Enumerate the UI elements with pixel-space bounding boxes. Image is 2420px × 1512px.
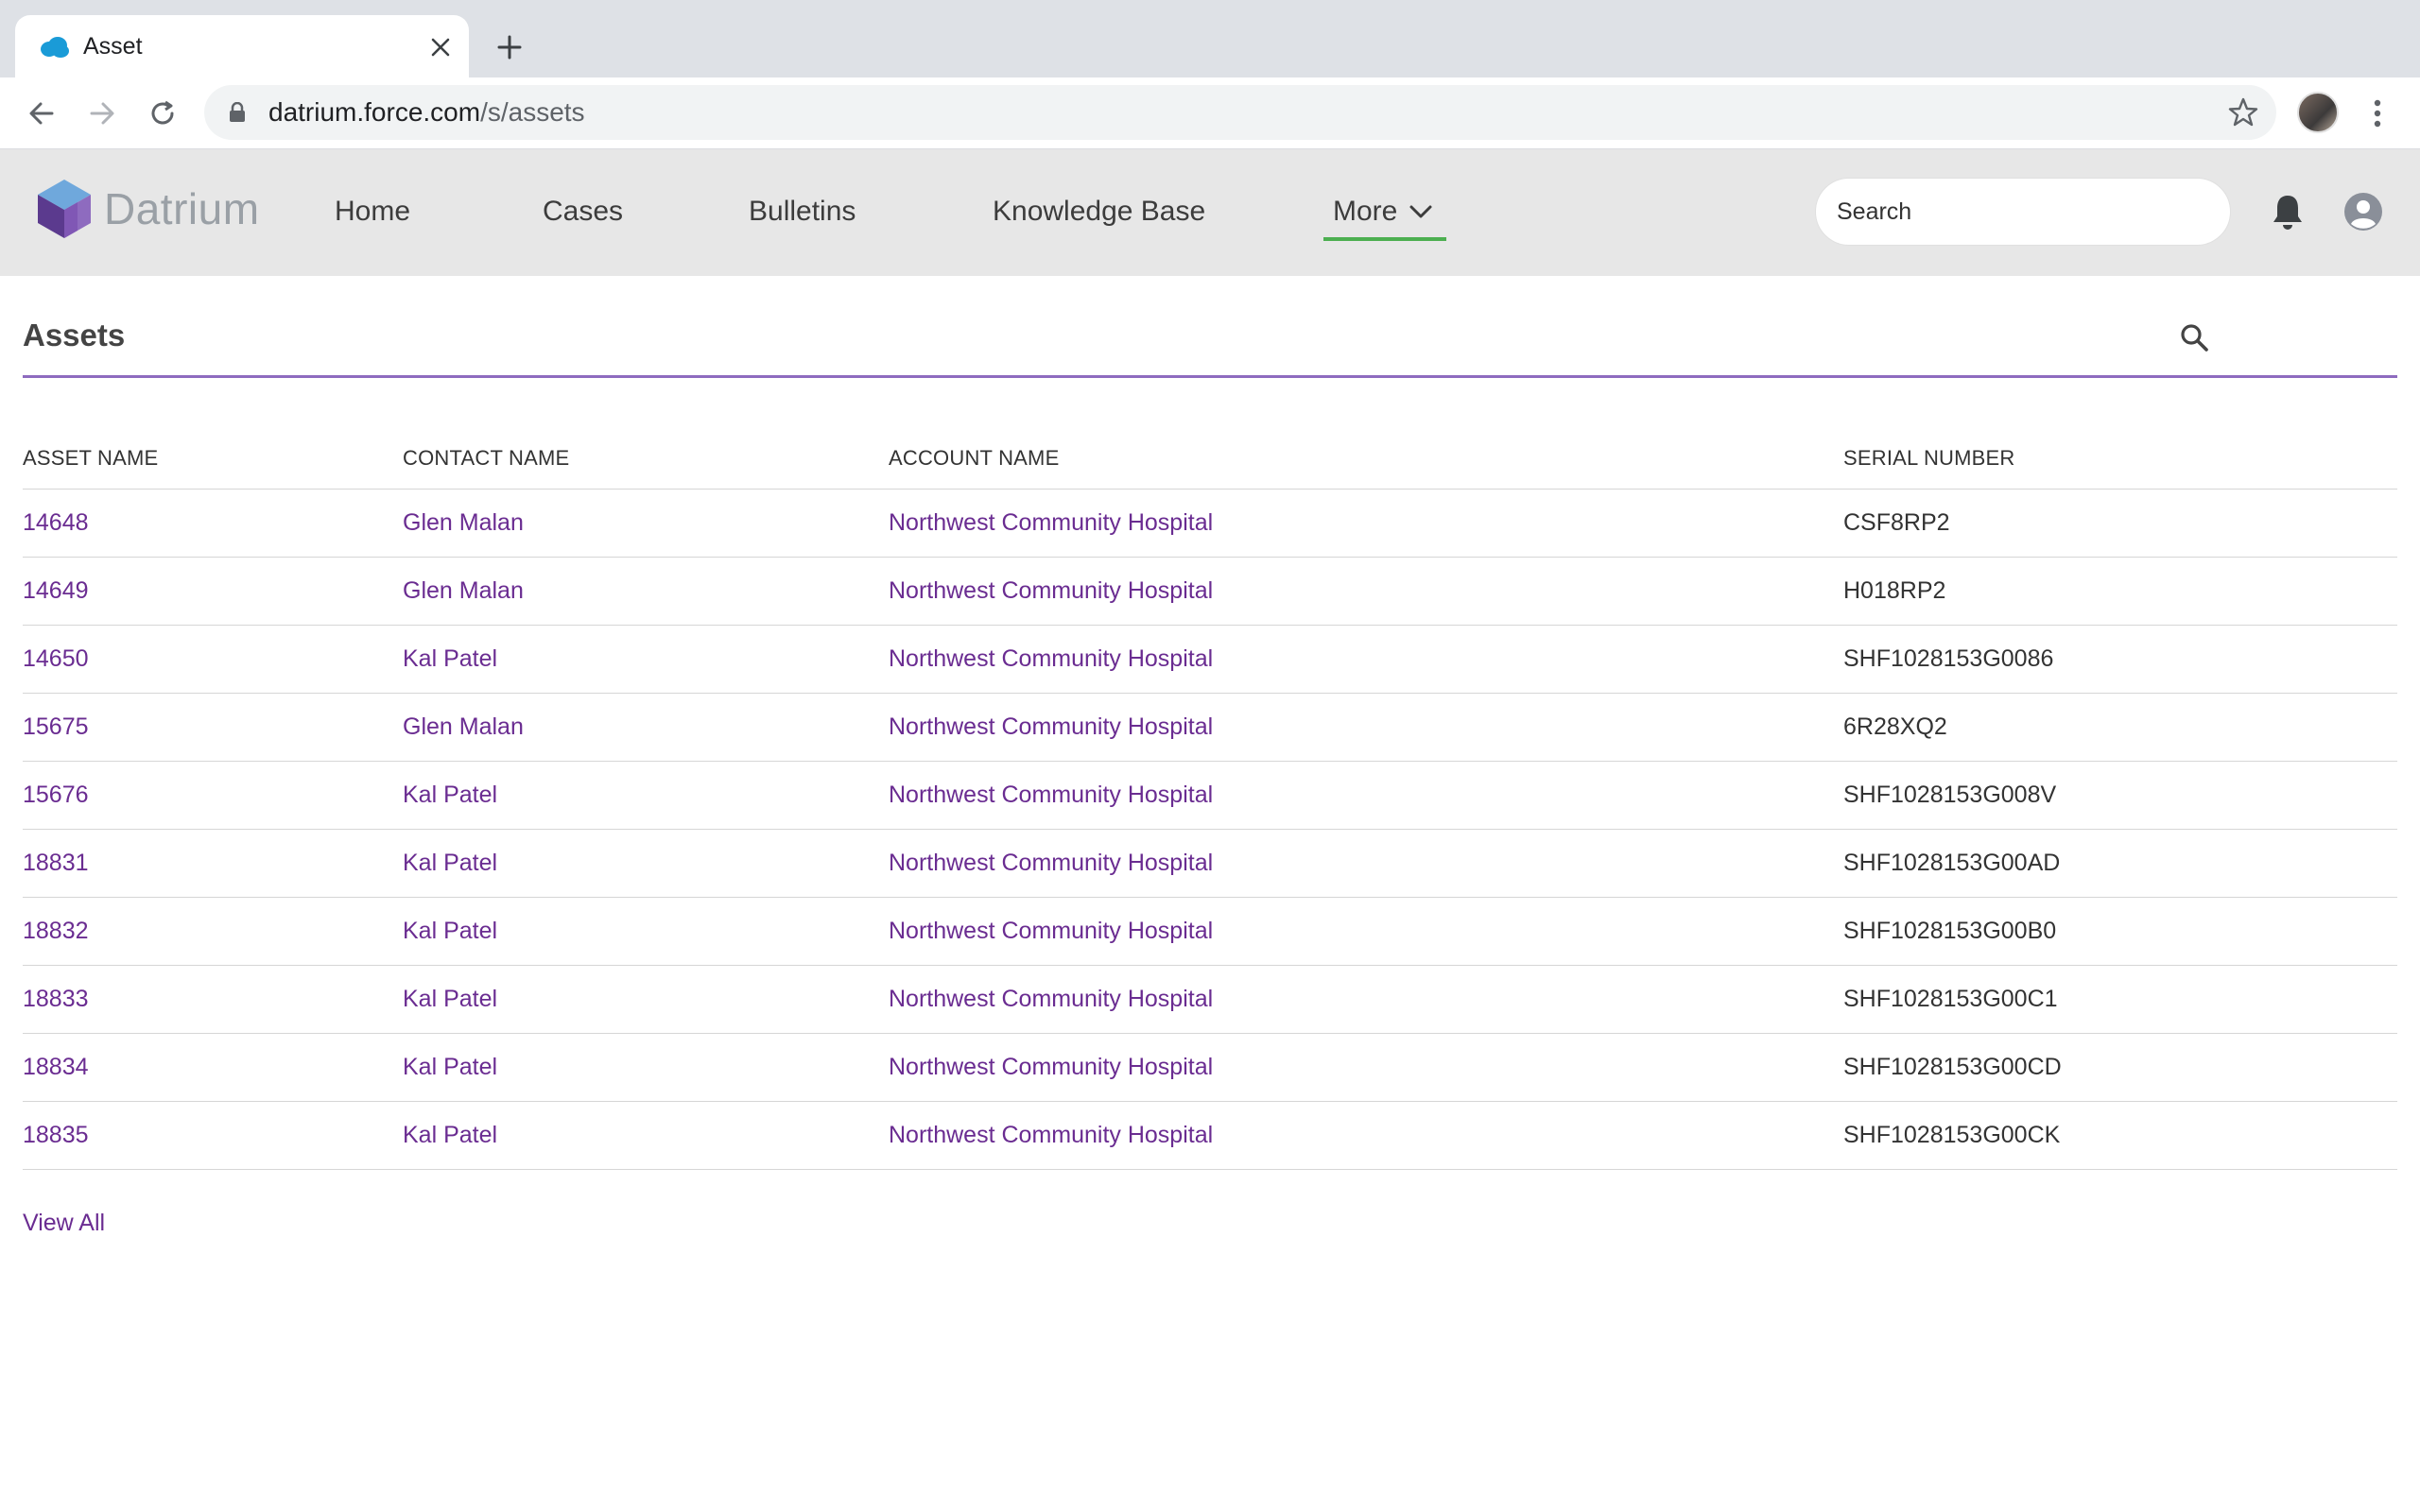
kebab-menu-icon[interactable]	[2363, 94, 2392, 132]
site-search-input[interactable]	[1816, 179, 2230, 245]
table-header: ASSET NAME CONTACT NAME ACCOUNT NAME SER…	[23, 427, 2397, 490]
serial-number: SHF1028153G008V	[1843, 782, 2057, 808]
nav-more[interactable]: More	[1333, 149, 1433, 274]
contact-name-link[interactable]: Glen Malan	[403, 509, 889, 537]
column-header-serial-number[interactable]: SERIAL NUMBER	[1843, 446, 2397, 471]
column-header-contact-name[interactable]: CONTACT NAME	[403, 446, 889, 471]
search-icon[interactable]	[2178, 321, 2210, 358]
nav-bulletins[interactable]: Bulletins	[749, 149, 856, 274]
site-search-box[interactable]	[1815, 178, 2231, 246]
serial-number: SHF1028153G0086	[1843, 645, 2054, 672]
url-text[interactable]: datrium.force.com/s/assets	[268, 85, 585, 140]
contact-name-link[interactable]: Kal Patel	[403, 782, 889, 809]
account-name-link[interactable]: Northwest Community Hospital	[889, 782, 1843, 809]
account-name-link[interactable]: Northwest Community Hospital	[889, 577, 1843, 605]
table-row: 14648 Glen Malan Northwest Community Hos…	[23, 490, 2397, 558]
nav-home[interactable]: Home	[335, 149, 410, 274]
asset-name-link[interactable]: 18832	[23, 918, 403, 945]
nav-active-underline	[1323, 237, 1446, 241]
asset-name-link[interactable]: 14650	[23, 645, 403, 673]
table-row: 18834 Kal Patel Northwest Community Hosp…	[23, 1034, 2397, 1102]
table-row: 18831 Kal Patel Northwest Community Hosp…	[23, 830, 2397, 898]
asset-name-link[interactable]: 18834	[23, 1054, 403, 1081]
serial-number: SHF1028153G00CK	[1843, 1122, 2061, 1148]
table-row: 18833 Kal Patel Northwest Community Hosp…	[23, 966, 2397, 1034]
nav-more-label: More	[1333, 196, 1398, 227]
serial-number: SHF1028153G00AD	[1843, 850, 2061, 876]
contact-name-link[interactable]: Kal Patel	[403, 1054, 889, 1081]
site-header: Datrium Home Cases Bulletins Knowledge B…	[0, 149, 2420, 276]
contact-name-link[interactable]: Kal Patel	[403, 1122, 889, 1149]
back-arrow-icon[interactable]	[23, 94, 60, 132]
nav-knowledge-base[interactable]: Knowledge Base	[993, 149, 1205, 274]
account-name-link[interactable]: Northwest Community Hospital	[889, 1122, 1843, 1149]
browser-tabstrip: Asset	[0, 0, 2420, 79]
url-path: /s/assets	[480, 97, 585, 127]
contact-name-link[interactable]: Kal Patel	[403, 986, 889, 1013]
account-name-link[interactable]: Northwest Community Hospital	[889, 509, 1843, 537]
column-header-account-name[interactable]: ACCOUNT NAME	[889, 446, 1843, 471]
view-all-link[interactable]: View All	[23, 1210, 105, 1237]
address-bar[interactable]: datrium.force.com/s/assets	[204, 85, 2276, 140]
asset-name-link[interactable]: 15676	[23, 782, 403, 809]
page-title: Assets	[23, 318, 126, 352]
asset-name-link[interactable]: 18835	[23, 1122, 403, 1149]
table-row: 14649 Glen Malan Northwest Community Hos…	[23, 558, 2397, 626]
asset-name-link[interactable]: 14649	[23, 577, 403, 605]
lock-icon[interactable]	[229, 101, 246, 128]
table-row: 18835 Kal Patel Northwest Community Hosp…	[23, 1102, 2397, 1170]
account-name-link[interactable]: Northwest Community Hospital	[889, 986, 1843, 1013]
account-name-link[interactable]: Northwest Community Hospital	[889, 918, 1843, 945]
account-name-link[interactable]: Northwest Community Hospital	[889, 713, 1843, 741]
close-icon[interactable]	[425, 32, 456, 62]
contact-name-link[interactable]: Kal Patel	[403, 918, 889, 945]
table-row: 14650 Kal Patel Northwest Community Hosp…	[23, 626, 2397, 694]
star-icon[interactable]	[2227, 96, 2259, 133]
logo-text: Datrium	[104, 184, 260, 233]
contact-name-link[interactable]: Glen Malan	[403, 713, 889, 741]
table-row: 15675 Glen Malan Northwest Community Hos…	[23, 694, 2397, 762]
site-logo[interactable]: Datrium	[36, 178, 260, 240]
serial-number: SHF1028153G00C1	[1843, 986, 2058, 1012]
plus-icon[interactable]	[492, 29, 527, 65]
tab-title: Asset	[83, 33, 143, 60]
browser-toolbar: datrium.force.com/s/assets	[0, 77, 2420, 149]
chevron-down-icon	[1409, 205, 1432, 218]
table-row: 18832 Kal Patel Northwest Community Hosp…	[23, 898, 2397, 966]
assets-table: ASSET NAME CONTACT NAME ACCOUNT NAME SER…	[23, 427, 2397, 1170]
serial-number: CSF8RP2	[1843, 509, 1950, 536]
account-name-link[interactable]: Northwest Community Hospital	[889, 850, 1843, 877]
browser-tab-active[interactable]: Asset	[15, 15, 469, 79]
datrium-cube-logo	[38, 180, 91, 238]
user-icon[interactable]	[2342, 191, 2384, 237]
bell-icon[interactable]	[2271, 193, 2305, 235]
asset-name-link[interactable]: 18831	[23, 850, 403, 877]
serial-number: H018RP2	[1843, 577, 1946, 604]
asset-name-link[interactable]: 18833	[23, 986, 403, 1013]
contact-name-link[interactable]: Glen Malan	[403, 577, 889, 605]
browser-profile-avatar[interactable]	[2297, 92, 2339, 133]
serial-number: SHF1028153G00B0	[1843, 918, 2057, 944]
serial-number: 6R28XQ2	[1843, 713, 1947, 740]
column-header-asset-name[interactable]: ASSET NAME	[23, 446, 403, 471]
contact-name-link[interactable]: Kal Patel	[403, 645, 889, 673]
salesforce-cloud-icon	[38, 32, 70, 64]
url-host: datrium.force.com	[268, 97, 481, 127]
table-row: 15676 Kal Patel Northwest Community Hosp…	[23, 762, 2397, 830]
asset-name-link[interactable]: 14648	[23, 509, 403, 537]
contact-name-link[interactable]: Kal Patel	[403, 850, 889, 877]
reload-icon[interactable]	[144, 94, 182, 132]
nav-cases[interactable]: Cases	[543, 149, 623, 274]
serial-number: SHF1028153G00CD	[1843, 1054, 2062, 1080]
section-divider	[23, 375, 2397, 378]
account-name-link[interactable]: Northwest Community Hospital	[889, 645, 1843, 673]
account-name-link[interactable]: Northwest Community Hospital	[889, 1054, 1843, 1081]
forward-arrow-icon[interactable]	[83, 94, 121, 132]
asset-name-link[interactable]: 15675	[23, 713, 403, 741]
